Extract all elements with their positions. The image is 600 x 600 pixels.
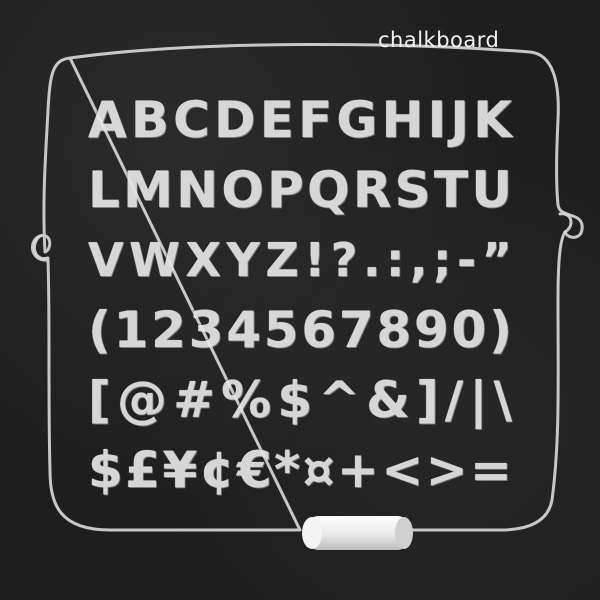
chalkboard-canvas: chalkboard ABCDEFGHIJK LMNOPQRSTU V W X Y Z!… bbox=[0, 0, 600, 600]
chalk-stick-icon bbox=[302, 516, 413, 550]
